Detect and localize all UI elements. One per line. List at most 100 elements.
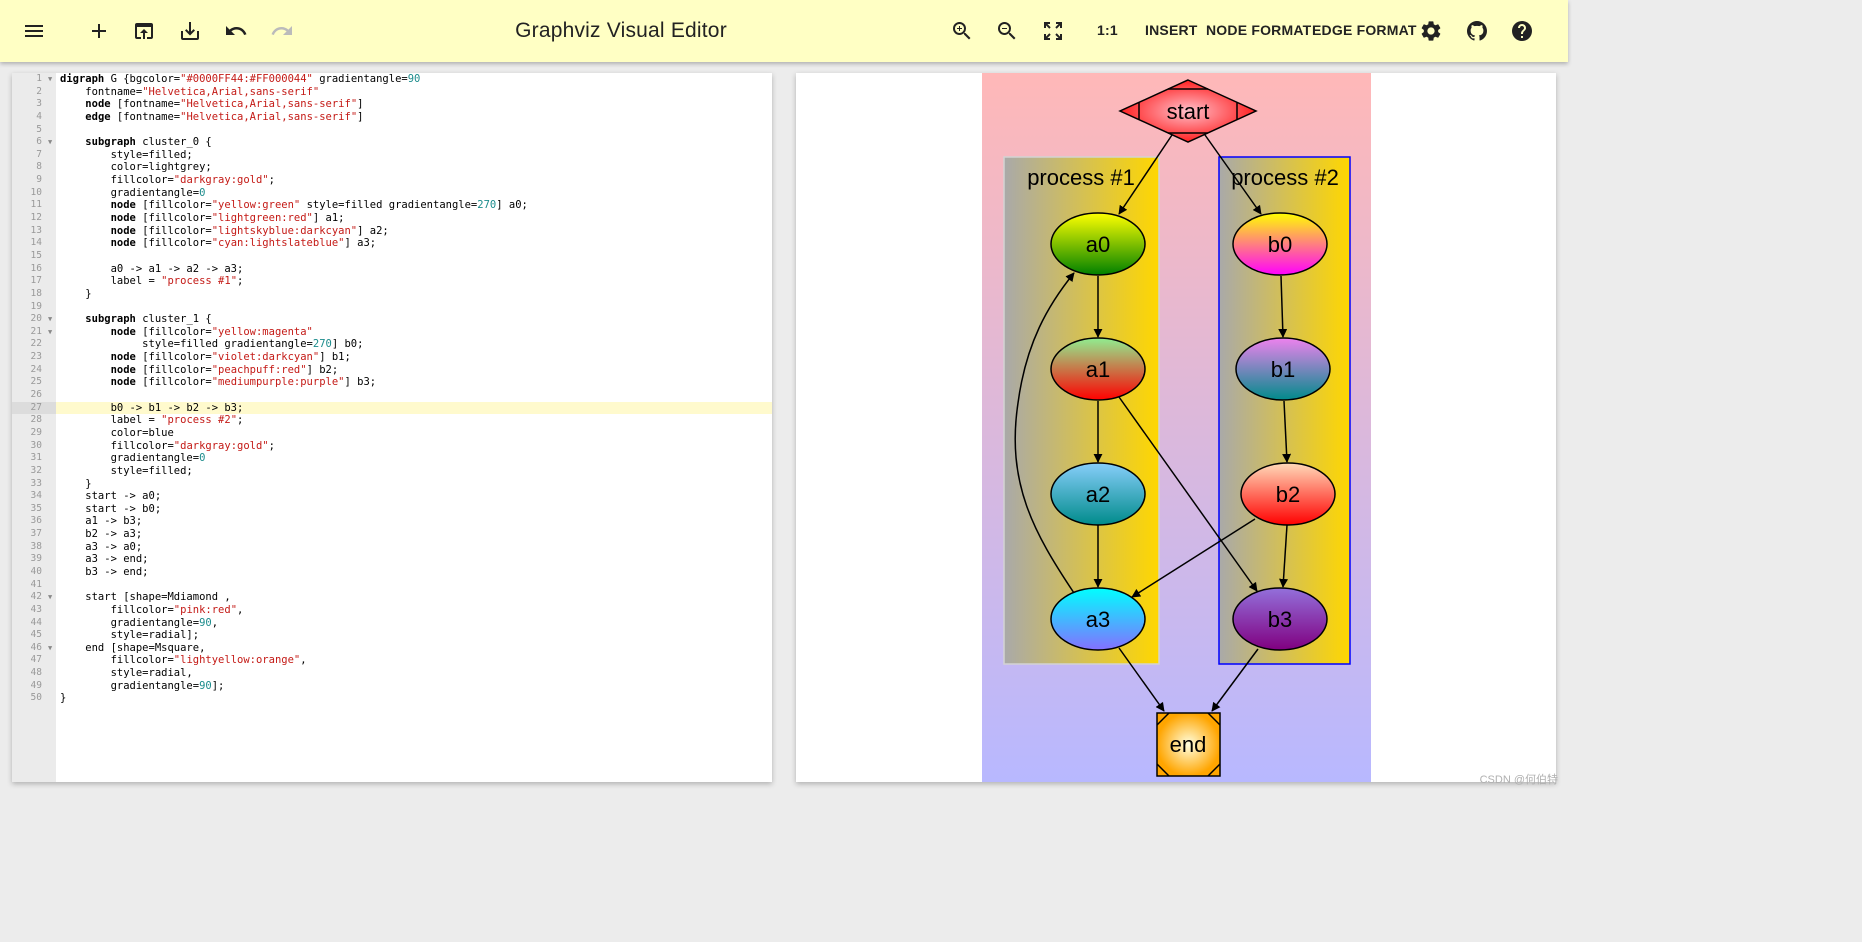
code-line[interactable]: 23 node [fillcolor="violet:darkcyan"] b1… xyxy=(12,351,772,364)
settings-icon[interactable] xyxy=(1416,16,1446,46)
code-line[interactable]: 20 ▼ subgraph cluster_1 { xyxy=(12,313,772,326)
code-line[interactable]: 2 fontname="Helvetica,Arial,sans-serif" xyxy=(12,86,772,99)
fold-toggle-icon[interactable]: ▼ xyxy=(48,136,52,149)
code-text: node [fillcolor="lightgreen:red"] a1; xyxy=(110,212,345,225)
code-line[interactable]: 10 gradientangle=0 xyxy=(12,187,772,200)
code-line[interactable]: 21 ▼ node [fillcolor="yellow:magenta" xyxy=(12,326,772,339)
line-number: 5 xyxy=(36,123,42,135)
code-line[interactable]: 50} xyxy=(12,692,772,705)
line-number: 10 xyxy=(30,186,42,198)
fold-toggle-icon[interactable]: ▼ xyxy=(48,326,52,339)
line-number: 2 xyxy=(36,85,42,97)
line-number: 40 xyxy=(30,565,42,577)
code-line[interactable]: 18 } xyxy=(12,288,772,301)
code-line[interactable]: 26 xyxy=(12,389,772,402)
code-line[interactable]: 33 } xyxy=(12,478,772,491)
node-a3[interactable]: a3 xyxy=(1050,587,1146,651)
node-label: b1 xyxy=(1271,357,1295,382)
edge-format-button[interactable]: EDGE FORMAT xyxy=(1312,22,1417,38)
code-line[interactable]: 29 color=blue xyxy=(12,427,772,440)
code-line[interactable]: 43 fillcolor="pink:red", xyxy=(12,604,772,617)
code-line[interactable]: 35 start -> b0; xyxy=(12,503,772,516)
code-line[interactable]: 32 style=filled; xyxy=(12,465,772,478)
node-b3[interactable]: b3 xyxy=(1232,587,1328,651)
code-line[interactable]: 9 fillcolor="darkgray:gold"; xyxy=(12,174,772,187)
code-line[interactable]: 24 node [fillcolor="peachpuff:red"] b2; xyxy=(12,364,772,377)
code-line[interactable]: 38 a3 -> a0; xyxy=(12,541,772,554)
code-line[interactable]: 36 a1 -> b3; xyxy=(12,515,772,528)
code-text: node [fillcolor="yellow:green" style=fil… xyxy=(110,199,528,212)
code-line[interactable]: 14 node [fillcolor="cyan:lightslateblue"… xyxy=(12,237,772,250)
code-line[interactable]: 17 label = "process #1"; xyxy=(12,275,772,288)
code-lines[interactable]: 1 ▼ digraph G {bgcolor="#0000FF44:#FF00004… xyxy=(12,73,772,705)
node-a2[interactable]: a2 xyxy=(1050,462,1146,526)
code-text: end [shape=Msquare, xyxy=(60,641,206,654)
node-label: b3 xyxy=(1268,607,1292,632)
graph-panel[interactable]: process #1 process #2 start a0 a1 a2 a3 … xyxy=(796,73,1556,782)
code-line[interactable]: 40 b3 -> end; xyxy=(12,566,772,579)
fold-toggle-icon[interactable]: ▼ xyxy=(48,73,52,86)
code-line[interactable]: 30 fillcolor="darkgray:gold"; xyxy=(12,440,772,453)
node-format-button[interactable]: NODE FORMAT xyxy=(1206,22,1311,38)
graph-canvas[interactable]: process #1 process #2 start a0 a1 a2 a3 … xyxy=(796,73,1556,782)
line-number: 26 xyxy=(30,389,42,401)
watermark: CSDN @何伯特 xyxy=(1479,774,1558,786)
code-line[interactable]: 22 style=filled gradientangle=270] b0; xyxy=(12,338,772,351)
line-number: 36 xyxy=(30,515,42,527)
code-line[interactable]: 11 node [fillcolor="yellow:green" style=… xyxy=(12,199,772,212)
code-line[interactable]: 8 color=lightgrey; xyxy=(12,161,772,174)
code-line[interactable]: 1 ▼ digraph G {bgcolor="#0000FF44:#FF00004… xyxy=(12,73,772,86)
code-line[interactable]: 6 ▼ subgraph cluster_0 { xyxy=(12,136,772,149)
code-line[interactable]: 16 a0 -> a1 -> a2 -> a3; xyxy=(12,263,772,276)
node-b1[interactable]: b1 xyxy=(1235,337,1331,401)
code-line[interactable]: 15 xyxy=(12,250,772,263)
node-end[interactable]: end xyxy=(1156,712,1221,777)
code-line[interactable]: 45 style=radial]; xyxy=(12,629,772,642)
fit-icon[interactable] xyxy=(1038,16,1068,46)
code-line[interactable]: 34 start -> a0; xyxy=(12,490,772,503)
code-line[interactable]: 28 label = "process #2"; xyxy=(12,414,772,427)
code-line[interactable]: 25 node [fillcolor="mediumpurple:purple"… xyxy=(12,376,772,389)
code-line[interactable]: 44 gradientangle=90, xyxy=(12,617,772,630)
zoom-in-icon[interactable] xyxy=(947,16,977,46)
code-line[interactable]: 19 xyxy=(12,301,772,314)
line-number: 44 xyxy=(30,616,42,628)
code-line[interactable]: 3 node [fontname="Helvetica,Arial,sans-s… xyxy=(12,98,772,111)
code-line[interactable]: 4 edge [fontname="Helvetica,Arial,sans-s… xyxy=(12,111,772,124)
fold-toggle-icon[interactable]: ▼ xyxy=(48,591,52,604)
code-line[interactable]: 39 a3 -> end; xyxy=(12,553,772,566)
line-number: 34 xyxy=(30,490,42,502)
github-icon[interactable] xyxy=(1462,16,1492,46)
code-line[interactable]: 42 ▼ start [shape=Mdiamond , xyxy=(12,591,772,604)
node-a1[interactable]: a1 xyxy=(1050,337,1146,401)
code-line[interactable]: 12 node [fillcolor="lightgreen:red"] a1; xyxy=(12,212,772,225)
code-text: } xyxy=(60,477,92,490)
code-line[interactable]: 5 xyxy=(12,124,772,137)
node-label: b2 xyxy=(1276,482,1300,507)
code-text: digraph G {bgcolor="#0000FF44:#FF000044"… xyxy=(60,73,421,85)
code-line[interactable]: 31 gradientangle=0 xyxy=(12,452,772,465)
node-b2[interactable]: b2 xyxy=(1240,462,1336,526)
code-line[interactable]: 27 b0 -> b1 -> b2 -> b3; xyxy=(12,401,772,415)
code-text: style=radial]; xyxy=(60,629,200,642)
zoom-out-icon[interactable] xyxy=(992,16,1022,46)
app-toolbar: Graphviz Visual Editor 1:1 INSERT NODE F… xyxy=(0,0,1568,62)
node-a0[interactable]: a0 xyxy=(1050,212,1146,276)
insert-button[interactable]: INSERT xyxy=(1145,22,1198,38)
code-line[interactable]: 46 ▼ end [shape=Msquare, xyxy=(12,642,772,655)
code-line[interactable]: 7 style=filled; xyxy=(12,149,772,162)
code-line[interactable]: 49 gradientangle=90]; xyxy=(12,680,772,693)
line-number: 11 xyxy=(30,199,42,211)
code-line[interactable]: 13 node [fillcolor="lightskyblue:darkcya… xyxy=(12,225,772,238)
node-label: a1 xyxy=(1086,357,1110,382)
code-line[interactable]: 48 style=radial, xyxy=(12,667,772,680)
help-icon[interactable] xyxy=(1507,16,1537,46)
fold-toggle-icon[interactable]: ▼ xyxy=(48,313,52,326)
dot-text-editor[interactable]: 1 ▼ digraph G {bgcolor="#0000FF44:#FF00004… xyxy=(12,73,772,782)
code-line[interactable]: 41 xyxy=(12,579,772,592)
fold-toggle-icon[interactable]: ▼ xyxy=(48,642,52,655)
code-line[interactable]: 47 fillcolor="lightyellow:orange", xyxy=(12,654,772,667)
actual-size-button[interactable]: 1:1 xyxy=(1097,22,1118,38)
code-line[interactable]: 37 b2 -> a3; xyxy=(12,528,772,541)
node-b0[interactable]: b0 xyxy=(1232,212,1328,276)
